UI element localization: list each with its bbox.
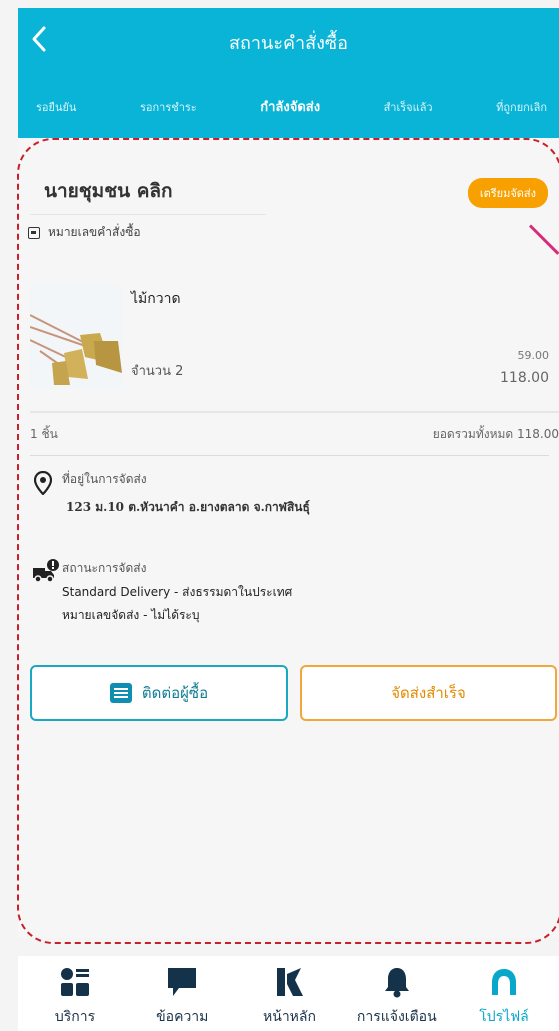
product-quantity: จำนวน 2 — [131, 364, 184, 379]
line-total: 118.00 — [500, 370, 549, 386]
grand-total: ยอดรวมทั้งหมด 118.00 — [432, 427, 559, 441]
chat-icon — [109, 683, 132, 703]
product-image — [30, 285, 122, 389]
location-pin-icon — [34, 471, 52, 495]
bell-icon — [383, 964, 411, 1000]
nav-label: การแจ้งเตือน — [356, 1009, 437, 1025]
nav-profile[interactable]: โปรไฟล์ — [455, 956, 553, 1031]
tracking-number: หมายเลขจัดส่ง - ไม่ได้ระบุ — [62, 608, 200, 622]
order-number-label: หมายเลขคำสั่งซื้อ — [48, 225, 141, 239]
product-name: ไม้กวาด — [131, 291, 181, 307]
bottom-nav: บริการ ข้อความ หน้าหลัก การแจ้งเตือน โปร… — [18, 956, 559, 1031]
nav-home[interactable]: หน้าหลัก — [241, 956, 339, 1031]
nav-messages[interactable]: ข้อความ — [133, 956, 231, 1031]
divider — [30, 214, 266, 215]
services-icon — [60, 964, 90, 1000]
receipt-icon — [28, 226, 40, 239]
status-badge: เตรียมจัดส่ง — [467, 178, 548, 208]
nav-label: โปรไฟล์ — [479, 1009, 529, 1025]
delivery-truck-icon — [33, 559, 59, 583]
nav-label: บริการ — [54, 1009, 96, 1025]
order-card — [18, 138, 559, 938]
nav-notifications[interactable]: การแจ้งเตือน — [348, 956, 446, 1031]
divider — [30, 455, 549, 456]
shipping-method: Standard Delivery - ส่งธรรมดาในประเทศ — [62, 585, 293, 599]
delivered-label: จัดส่งสำเร็จ — [391, 684, 466, 702]
nav-label: หน้าหลัก — [263, 1009, 316, 1025]
tab-pending-payment[interactable]: รอการชำระ — [140, 94, 197, 128]
unit-price: 59.00 — [517, 349, 550, 362]
message-icon — [167, 964, 197, 1000]
item-count: 1 ชิ้น — [30, 427, 58, 441]
delivered-button[interactable]: จัดส่งสำเร็จ — [300, 665, 557, 721]
contact-buyer-button[interactable]: ติดต่อผู้ซื้อ — [30, 665, 288, 721]
page-title: สถานะคำสั่งซื้อ — [229, 33, 348, 54]
home-k-icon — [275, 964, 305, 1000]
status-tabs: รอยืนยัน รอการชำระ กำลังจัดส่ง สำเร็จแล้… — [18, 94, 559, 128]
order-number: หมายเลขคำสั่งซื้อ — [28, 223, 141, 242]
broom-image — [30, 285, 122, 389]
profile-icon — [490, 964, 518, 1000]
tab-cancelled[interactable]: ที่ถูกยกเลิก — [496, 94, 547, 128]
nav-services[interactable]: บริการ — [26, 956, 124, 1031]
address-value: 123 ม.10 ต.หัวนาคำ อ.ยางตลาด จ.กาฬสินธุ์ — [66, 500, 310, 514]
tab-pending-confirm[interactable]: รอยืนยัน — [36, 94, 76, 128]
address-label: ที่อยู่ในการจัดส่ง — [62, 472, 147, 486]
divider — [30, 411, 559, 413]
shipping-status-label: สถานะการจัดส่ง — [62, 561, 147, 575]
header-bar: สถานะคำสั่งซื้อ รอยืนยัน รอการชำระ กำลัง… — [18, 8, 559, 138]
order-status-screen: สถานะคำสั่งซื้อ รอยืนยัน รอการชำระ กำลัง… — [0, 0, 559, 1031]
customer-name: นายชุมชน คลิก — [44, 180, 173, 202]
tab-completed[interactable]: สำเร็จแล้ว — [384, 94, 433, 128]
nav-label: ข้อความ — [156, 1009, 209, 1025]
contact-buyer-label: ติดต่อผู้ซื้อ — [141, 684, 209, 702]
tab-shipping[interactable]: กำลังจัดส่ง — [260, 94, 320, 128]
